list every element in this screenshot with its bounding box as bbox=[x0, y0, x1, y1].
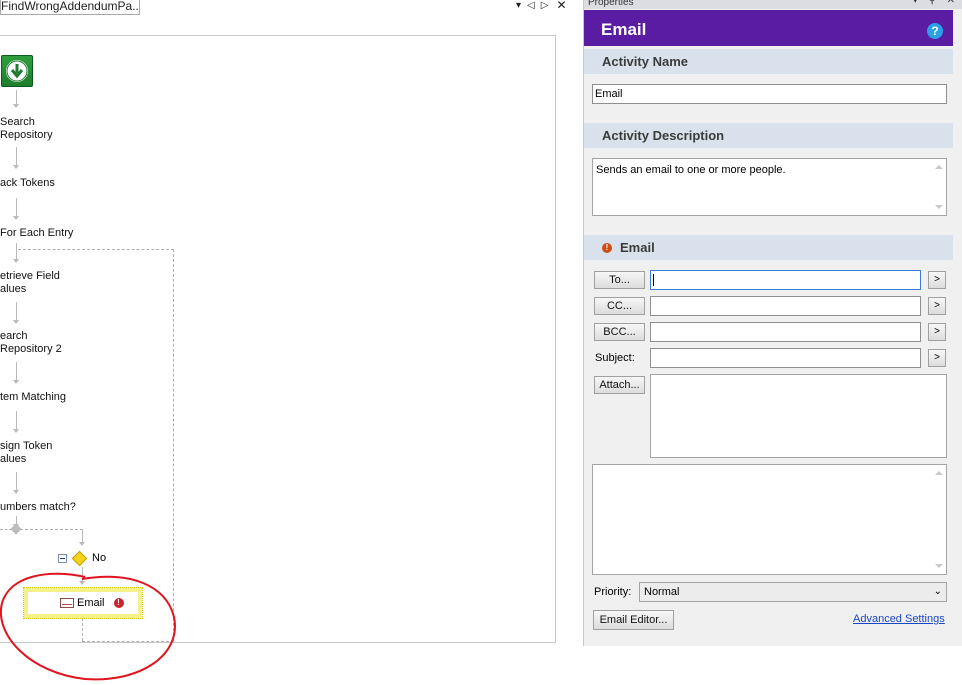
workflow-node-label[interactable]: ack Tokens bbox=[0, 177, 55, 190]
priority-label: Priority: bbox=[594, 586, 632, 598]
help-icon[interactable]: ? bbox=[927, 23, 943, 39]
down-arrow-icon bbox=[6, 60, 28, 82]
tab-close-icon[interactable]: ✕ bbox=[556, 0, 566, 12]
document-tab[interactable]: FindWrongAddendumPa... bbox=[0, 0, 140, 15]
text-caret bbox=[653, 274, 654, 287]
properties-window-title: Properties bbox=[588, 0, 634, 8]
advanced-settings-link[interactable]: Advanced Settings bbox=[853, 613, 945, 625]
subject-more-button[interactable]: > bbox=[928, 349, 946, 367]
attachments-list[interactable] bbox=[650, 374, 947, 458]
workflow-node-label[interactable]: Search Repository bbox=[0, 116, 53, 142]
activity-description-text: Sends an email to one or more people. bbox=[596, 164, 786, 176]
connector-arrow bbox=[79, 530, 85, 546]
red-annotation-circle bbox=[0, 572, 176, 681]
chevron-down-icon: ⌄ bbox=[933, 586, 942, 597]
workflow-node-label[interactable]: sign Token alues bbox=[0, 440, 52, 466]
email-section: ! Email bbox=[584, 235, 953, 260]
tab-controls: ▾ ◁ ▷ ✕ bbox=[516, 0, 567, 12]
section-title: Activity Name bbox=[602, 54, 688, 69]
warning-icon: ! bbox=[602, 242, 612, 253]
scrollbar[interactable] bbox=[934, 163, 944, 211]
bcc-input[interactable] bbox=[650, 322, 921, 342]
priority-select[interactable]: Normal ⌄ bbox=[639, 582, 947, 602]
activity-description-textarea[interactable]: Sends an email to one or more people. bbox=[592, 158, 947, 216]
connector-arrow bbox=[13, 362, 19, 384]
branch-line bbox=[0, 529, 12, 530]
subject-input[interactable] bbox=[650, 348, 921, 368]
workflow-node-label[interactable]: For Each Entry bbox=[0, 227, 73, 240]
connector-arrow bbox=[13, 90, 19, 108]
properties-titlebar: Properties ▾ ⚲ ✕ bbox=[584, 0, 962, 9]
section-title: Email bbox=[620, 240, 655, 255]
cc-button[interactable]: CC... bbox=[594, 297, 645, 315]
properties-header: Email ? bbox=[584, 10, 953, 46]
attach-button[interactable]: Attach... bbox=[594, 376, 645, 394]
activity-name-input[interactable]: Email bbox=[592, 84, 947, 104]
pane-controls-icon[interactable]: ▾ ⚲ ✕ bbox=[913, 0, 959, 6]
tab-prev-icon[interactable]: ◁ bbox=[527, 0, 535, 12]
connector-arrow bbox=[13, 472, 19, 494]
properties-pane: Properties ▾ ⚲ ✕ Email ? Activity Name E… bbox=[583, 0, 962, 646]
cc-input[interactable] bbox=[650, 296, 921, 316]
subject-label: Subject: bbox=[595, 352, 635, 364]
collapse-icon[interactable] bbox=[58, 553, 67, 563]
workflow-node-label[interactable]: tem Matching bbox=[0, 391, 66, 404]
scrollbar[interactable] bbox=[934, 469, 944, 570]
branch-label: No bbox=[92, 552, 107, 564]
to-more-button[interactable]: > bbox=[928, 271, 946, 289]
workflow-node-label[interactable]: umbers match? bbox=[0, 501, 76, 514]
activity-name-section: Activity Name bbox=[584, 49, 953, 74]
start-node-icon[interactable] bbox=[1, 55, 33, 87]
document-tab-title: FindWrongAddendumPa... bbox=[1, 0, 140, 13]
workflow-node-label[interactable]: etrieve Field alues bbox=[0, 270, 60, 296]
to-button[interactable]: To... bbox=[594, 271, 645, 289]
section-title: Activity Description bbox=[602, 128, 725, 143]
activity-description-section: Activity Description bbox=[584, 123, 953, 148]
connector-arrow bbox=[13, 243, 19, 263]
priority-value: Normal bbox=[644, 586, 680, 598]
branch-line bbox=[20, 529, 83, 530]
workflow-designer: FindWrongAddendumPa... ▾ ◁ ▷ ✕ Search Re… bbox=[0, 0, 580, 681]
tab-dropdown-icon[interactable]: ▾ bbox=[516, 0, 521, 12]
connector-arrow bbox=[13, 302, 19, 324]
workflow-node-label[interactable]: earch Repository 2 bbox=[0, 330, 62, 356]
tab-next-icon[interactable]: ▷ bbox=[541, 0, 549, 12]
cc-more-button[interactable]: > bbox=[928, 297, 946, 315]
properties-title: Email bbox=[601, 20, 647, 39]
connector-arrow bbox=[13, 147, 19, 169]
email-body-textarea[interactable] bbox=[592, 464, 947, 575]
email-editor-button[interactable]: Email Editor... bbox=[593, 610, 674, 630]
loop-boundary bbox=[18, 249, 174, 250]
connector-arrow bbox=[13, 198, 19, 220]
branch-no[interactable]: No bbox=[58, 550, 107, 566]
bcc-button[interactable]: BCC... bbox=[594, 323, 645, 341]
bcc-more-button[interactable]: > bbox=[928, 323, 946, 341]
connector-arrow bbox=[13, 411, 19, 433]
condition-icon bbox=[71, 550, 88, 566]
to-input[interactable] bbox=[650, 270, 921, 290]
